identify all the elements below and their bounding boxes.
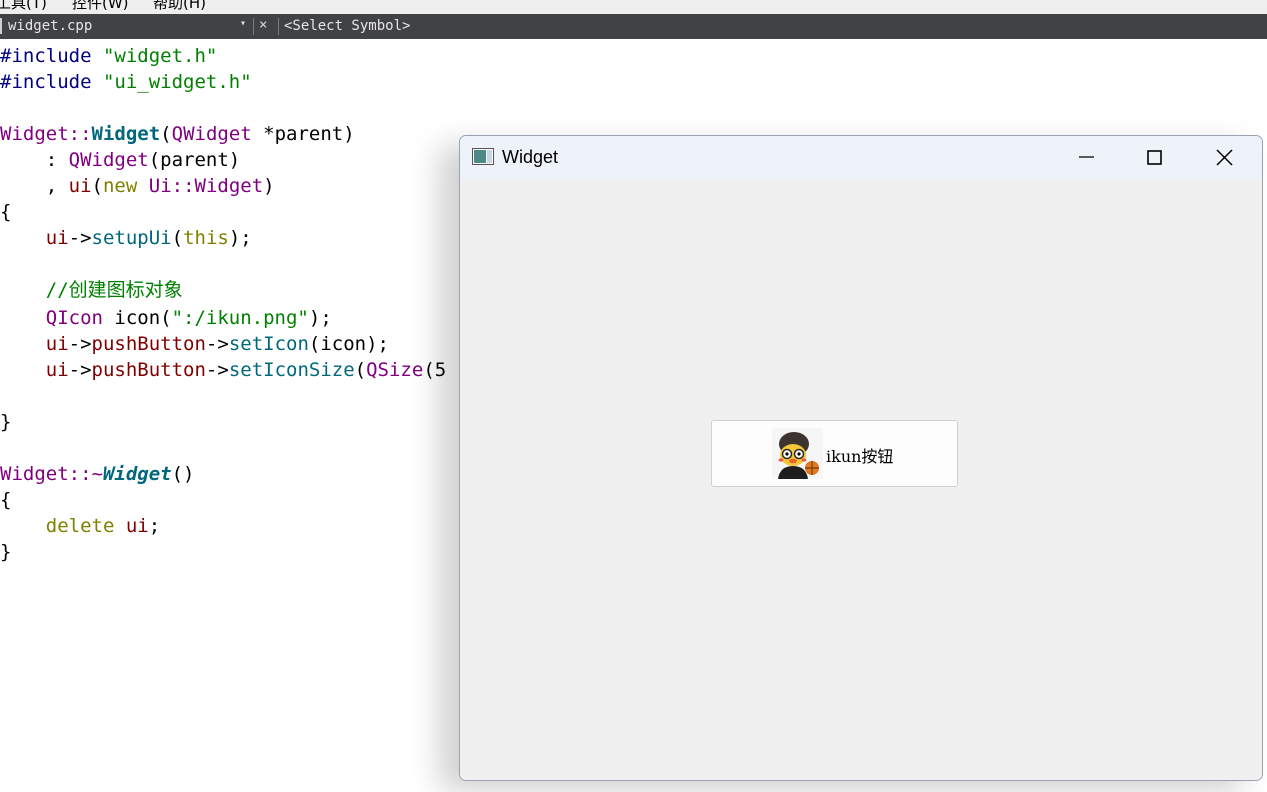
- code-line: , ui(new Ui::Widget): [0, 175, 275, 197]
- document-bar: widget.cpp ▾ × <Select Symbol>: [0, 14, 1267, 39]
- code-line: delete ui;: [0, 515, 161, 537]
- screen: 工具(T) 控件(W) 帮助(H) widget.cpp ▾ × <Select…: [0, 0, 1267, 792]
- code-line: #include "ui_widget.h": [0, 71, 252, 93]
- minimize-button[interactable]: [1057, 136, 1117, 179]
- widget-window[interactable]: Widget ikun按钮: [459, 135, 1263, 781]
- close-button[interactable]: [1195, 136, 1255, 179]
- menu-tools[interactable]: 工具(T): [0, 0, 47, 13]
- code-comment: //创建图标对象: [0, 279, 183, 301]
- window-client-area: ikun按钮: [460, 179, 1262, 780]
- file-modified-marker: [0, 18, 2, 34]
- menu-controls[interactable]: 控件(W): [72, 0, 129, 13]
- divider: [253, 18, 254, 35]
- window-title: Widget: [502, 147, 559, 167]
- code-line: ui->pushButton->setIconSize(QSize(5: [0, 359, 447, 381]
- app-window-icon: [472, 148, 494, 165]
- divider: [278, 18, 279, 35]
- window-titlebar[interactable]: Widget: [460, 136, 1262, 179]
- open-file-selector[interactable]: widget.cpp: [8, 18, 92, 34]
- code-line: }: [0, 411, 12, 433]
- minimize-icon: [1079, 156, 1094, 158]
- close-document-icon[interactable]: ×: [259, 17, 267, 33]
- code-line: QIcon icon(":/ikun.png");: [0, 307, 332, 329]
- ikun-push-button[interactable]: ikun按钮: [711, 420, 958, 487]
- code-line: Widget::~Widget(): [0, 463, 195, 485]
- code-line: {: [0, 201, 12, 223]
- close-icon: [1216, 149, 1233, 166]
- code-line: #include "widget.h": [0, 45, 218, 67]
- maximize-button[interactable]: [1125, 136, 1185, 179]
- push-button-label: ikun按钮: [826, 447, 894, 466]
- code-line: }: [0, 541, 12, 563]
- code-line: Widget::Widget(QWidget *parent): [0, 123, 355, 145]
- file-dropdown-icon[interactable]: ▾: [240, 18, 246, 29]
- maximize-icon: [1147, 150, 1162, 165]
- code-line: ui->pushButton->setIcon(icon);: [0, 333, 389, 355]
- code-line: ui->setupUi(this);: [0, 227, 252, 249]
- menu-bar: 工具(T) 控件(W) 帮助(H): [0, 0, 1267, 14]
- code-line: : QWidget(parent): [0, 149, 241, 171]
- code-line: {: [0, 489, 12, 511]
- ikun-icon: [772, 428, 823, 479]
- symbol-selector[interactable]: <Select Symbol>: [284, 18, 410, 34]
- menu-help[interactable]: 帮助(H): [153, 0, 206, 13]
